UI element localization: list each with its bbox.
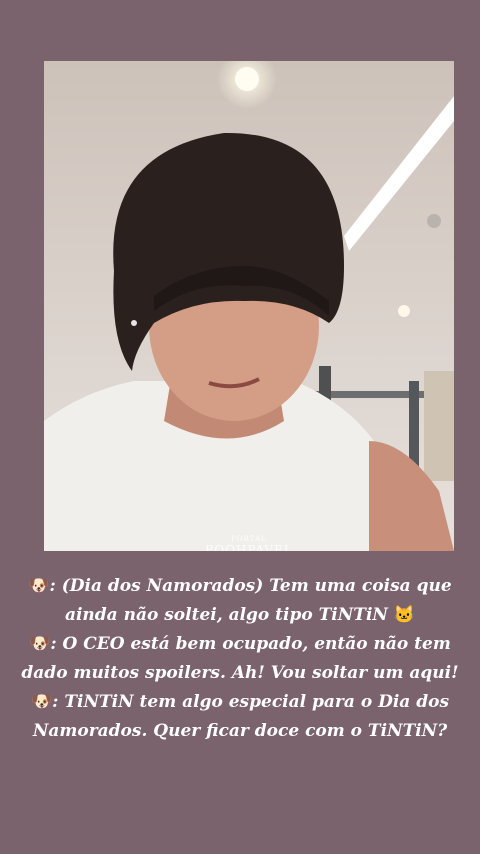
watermark-name: POOHPAVEL (205, 543, 293, 551)
caption-line-5: 🐶: TiNTiN tem algo especial para o Dia d… (14, 688, 466, 717)
caption-text: : (Dia dos Namorados) Tem uma coisa que (49, 576, 452, 596)
caption-text: ainda não soltei, algo tipo TiNTiN (64, 605, 388, 625)
watermark: PORTAL POOHPAVEL (44, 535, 454, 551)
caption-text: : O CEO está bem ocupado, então não tem (50, 634, 451, 654)
caption-line-4: dado muitos spoilers. Ah! Vou soltar um … (14, 659, 466, 688)
puppy-icon: 🐶 (30, 692, 53, 712)
story-caption: 🐶: (Dia dos Namorados) Tem uma coisa que… (14, 572, 466, 746)
puppy-icon: 🐶 (29, 634, 51, 654)
puppy-icon: 🐶 (28, 576, 50, 596)
watermark-top: PORTAL (231, 535, 267, 543)
caption-line-2: ainda não soltei, algo tipo TiNTiN 🐱 (14, 601, 466, 630)
caption-line-6: Namorados. Quer ficar doce com o TiNTiN? (14, 717, 466, 746)
caption-line-3: 🐶: O CEO está bem ocupado, então não tem (14, 630, 466, 659)
caption-text: : TiNTiN tem algo especial para o Dia do… (52, 692, 450, 712)
person-photo-illustration (44, 61, 454, 551)
cat-icon: 🐱 (393, 605, 416, 625)
caption-text: Namorados. Quer ficar doce com o TiNTiN? (32, 721, 448, 741)
story-photo: PORTAL POOHPAVEL (44, 61, 454, 551)
caption-line-1: 🐶: (Dia dos Namorados) Tem uma coisa que (14, 572, 466, 601)
caption-text: dado muitos spoilers. Ah! Vou soltar um … (21, 663, 459, 683)
